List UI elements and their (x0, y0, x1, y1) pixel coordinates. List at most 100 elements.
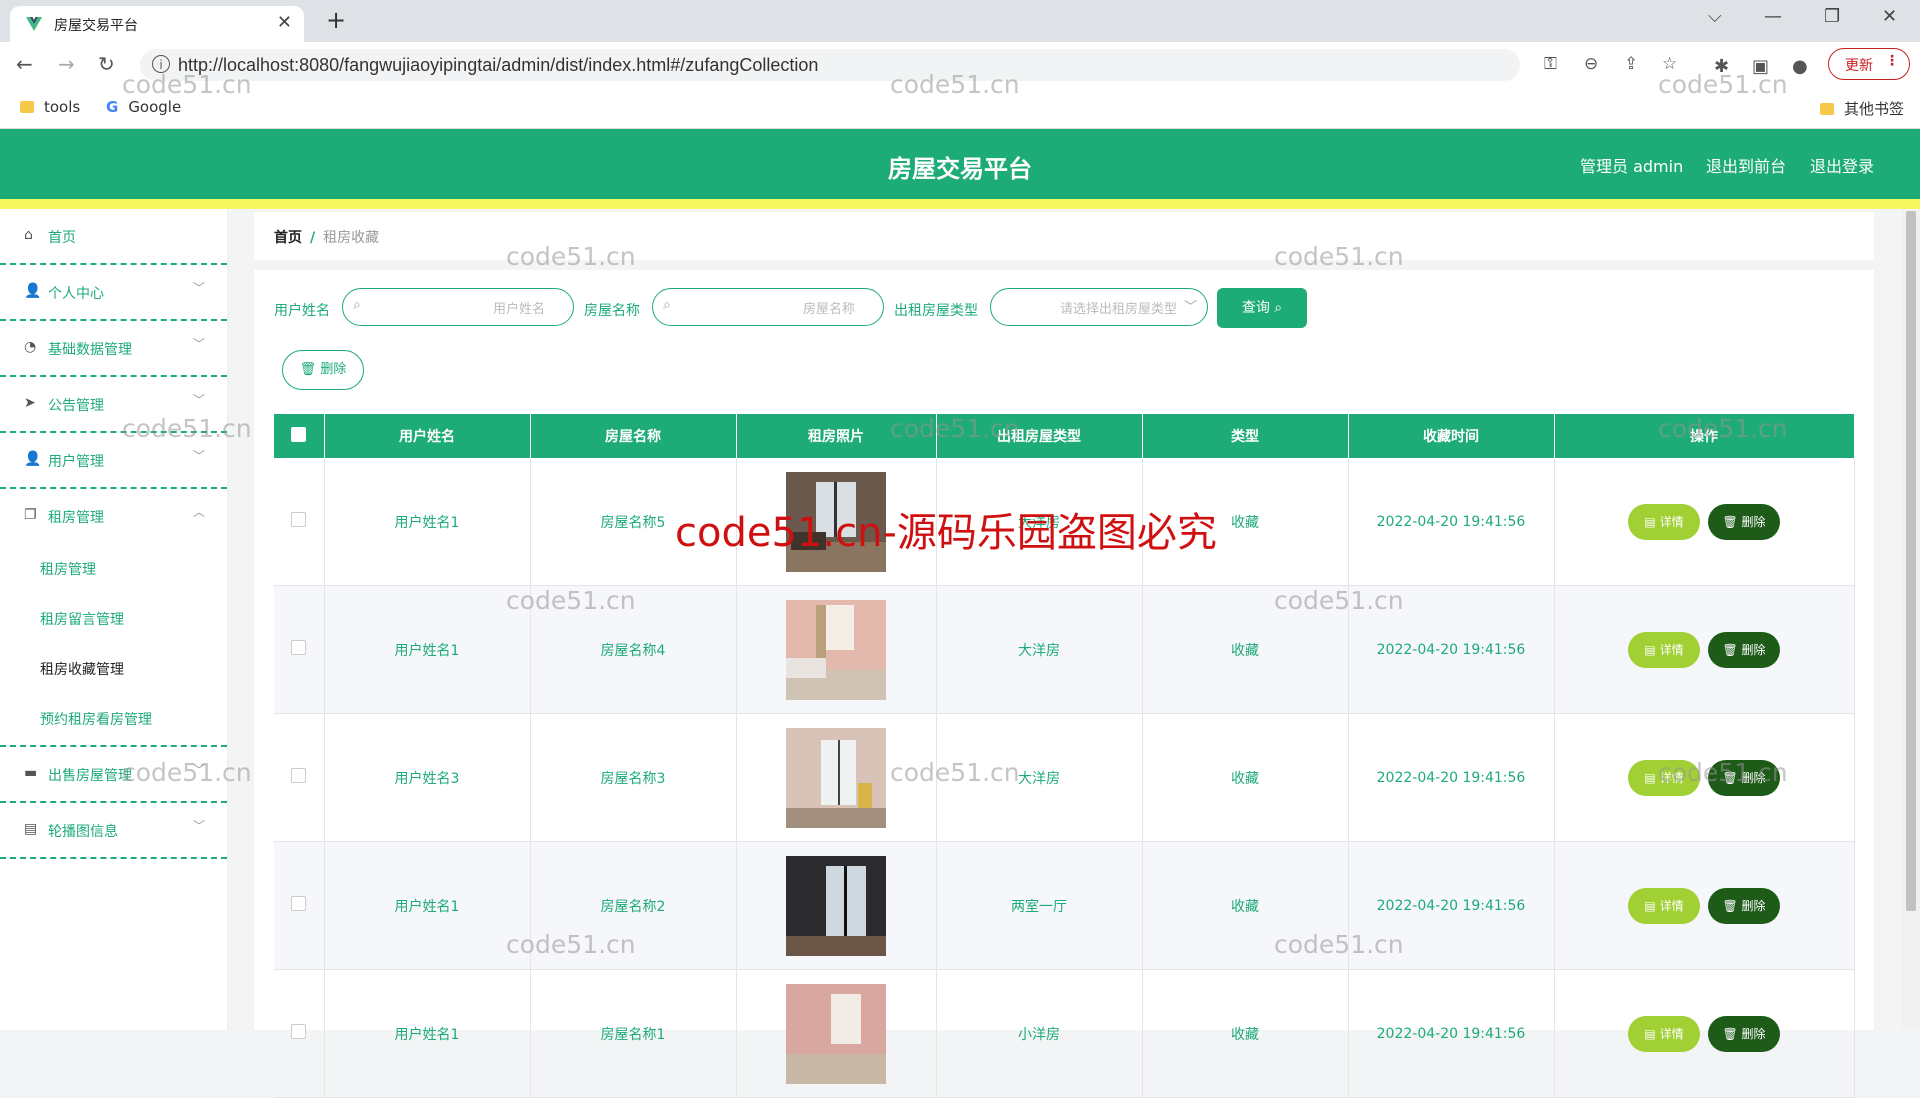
sidebar-item-users[interactable]: 👤 用户管理 ﹀ (0, 433, 227, 489)
update-button[interactable]: 更新 ⋮ (1828, 48, 1910, 80)
extensions-icon[interactable]: ✱ (1714, 56, 1729, 77)
trash-icon: 🗑 (1722, 1026, 1738, 1041)
sidebar-item-notice[interactable]: ➤ 公告管理 ﹀ (0, 377, 227, 433)
cell-house: 房屋名称3 (530, 713, 737, 842)
gauge-icon: ◔ (24, 339, 37, 355)
zoom-icon[interactable]: ⊖ (1584, 54, 1598, 74)
cell-rent-type: 小洋房 (936, 969, 1143, 1098)
cell-rent-type: 两室一厅 (936, 841, 1143, 970)
sidebar-item-rental[interactable]: ❐ 租房管理 ︿ (0, 489, 227, 545)
row-checkbox[interactable] (274, 458, 325, 586)
share-icon[interactable]: ⇪ (1624, 54, 1638, 74)
row-checkbox[interactable] (274, 585, 325, 714)
url-text: http://localhost:8080/fangwujiaoyipingta… (178, 55, 819, 75)
trash-icon: 🗑 (299, 362, 317, 377)
delete-button[interactable]: 🗑 删除 (1708, 887, 1780, 924)
chevron-down-icon: ﹀ (192, 281, 205, 295)
room-photo[interactable] (786, 599, 886, 700)
cell-actions: ▤ 详情 🗑 删除 (1554, 585, 1855, 714)
profile-icon[interactable]: ● (1792, 56, 1808, 77)
detail-button[interactable]: ▤ 详情 (1628, 887, 1700, 924)
row-checkbox[interactable] (274, 969, 325, 1098)
row-checkbox[interactable] (274, 713, 325, 842)
address-bar: ← → ↻ i http://localhost:8080/fangwujiao… (0, 42, 1920, 88)
back-icon[interactable]: ← (16, 52, 33, 76)
room-photo[interactable] (786, 471, 886, 572)
checkbox-box (291, 896, 307, 911)
site-info-icon[interactable]: i (152, 55, 170, 73)
detail-button[interactable]: ▤ 详情 (1628, 503, 1700, 540)
house-name-label: 房屋名称 (584, 303, 640, 319)
sidebar-item-label: 轮播图信息 (48, 824, 118, 840)
restore-icon[interactable]: ❐ (1824, 6, 1840, 27)
side-panel-icon[interactable]: ▣ (1752, 56, 1769, 77)
bookmark-google[interactable]: G Google (106, 98, 181, 116)
delete-button[interactable]: 🗑 删除 (1708, 1015, 1780, 1052)
batch-delete-button[interactable]: 🗑 删除 (282, 350, 364, 390)
chevron-up-icon: ︿ (192, 505, 205, 519)
google-icon: G (106, 98, 119, 116)
window-close-icon[interactable]: ✕ (1882, 6, 1897, 27)
logout-link[interactable]: 退出登录 (1810, 153, 1874, 177)
cell-time: 2022-04-20 19:41:56 (1348, 969, 1555, 1098)
minimize-icon[interactable]: — (1764, 6, 1782, 27)
bookmark-star-icon[interactable]: ☆ (1662, 54, 1677, 74)
sidebar-item-carousel[interactable]: ▤ 轮播图信息 ﹀ (0, 803, 227, 859)
url-field[interactable]: i http://localhost:8080/fangwujiaoyiping… (140, 49, 1677, 81)
page-scrollbar[interactable] (1902, 209, 1920, 1030)
house-name-input[interactable]: ⌕ 房屋名称 (652, 288, 884, 326)
trash-icon: 🗑 (1722, 514, 1738, 529)
back-to-front-link[interactable]: 退出到前台 (1706, 153, 1786, 177)
bookmark-tools[interactable]: tools (20, 98, 80, 116)
sidebar-subitem-rental-collection[interactable]: 租房收藏管理 (0, 645, 227, 695)
sidebar-item-basic-data[interactable]: ◔ 基础数据管理 ﹀ (0, 321, 227, 377)
send-icon: ➤ (24, 395, 36, 411)
monitor-icon: ▬ (24, 765, 38, 781)
cell-user: 用户姓名3 (324, 713, 531, 842)
house-name-placeholder: 房屋名称 (802, 302, 855, 317)
query-button[interactable]: 查询 ⌕ (1217, 288, 1307, 328)
detail-button[interactable]: ▤ 详情 (1628, 631, 1700, 668)
other-bookmarks[interactable]: 其他书签 (1820, 98, 1904, 119)
new-tab-icon[interactable]: + (326, 6, 346, 34)
admin-label: 管理员 admin (1580, 157, 1684, 176)
key-icon[interactable]: ⚿ (1544, 54, 1557, 74)
row-checkbox[interactable] (274, 841, 325, 970)
cell-actions: ▤ 详情 🗑 删除 (1554, 713, 1855, 842)
sidebar-item-sale[interactable]: ▬ 出售房屋管理 ﹀ (0, 747, 227, 803)
delete-button[interactable]: 🗑 删除 (1708, 759, 1780, 796)
cell-type: 收藏 (1142, 458, 1349, 586)
more-menu-icon[interactable]: ⋮ (1885, 53, 1899, 69)
doc-icon: ▤ (24, 821, 38, 837)
bookmark-label: 其他书签 (1844, 100, 1905, 118)
col-actions: 操作 (1554, 414, 1855, 458)
sidebar-item-home[interactable]: ⌂ 首页 (0, 209, 227, 265)
detail-button[interactable]: ▤ 详情 (1628, 759, 1700, 796)
detail-button[interactable]: ▤ 详情 (1628, 1015, 1700, 1052)
sidebar-subitem-rental[interactable]: 租房管理 (0, 545, 227, 595)
tab-search-chevron-icon[interactable]: ⌵ (1708, 6, 1722, 27)
search-icon: ⌕ (1274, 300, 1283, 316)
reload-icon[interactable]: ↻ (98, 52, 115, 76)
browser-tab[interactable]: 房屋交易平台 ✕ (10, 6, 304, 42)
detail-label: 详情 (1659, 770, 1684, 785)
content-card: 用户姓名 ⌕ 用户姓名 房屋名称 ⌕ 房屋名称 出租房屋类型 请选择出租房屋类型… (254, 270, 1874, 1098)
user-name-input[interactable]: ⌕ 用户姓名 (342, 288, 574, 326)
sidebar-subitem-rental-comments[interactable]: 租房留言管理 (0, 595, 227, 645)
room-photo[interactable] (786, 727, 886, 828)
forward-icon[interactable]: → (58, 52, 75, 76)
trash-icon: 🗑 (1722, 898, 1738, 913)
sidebar-item-personal[interactable]: 👤 个人中心 ﹀ (0, 265, 227, 321)
rent-type-select[interactable]: 请选择出租房屋类型 ﹀ (990, 288, 1208, 326)
breadcrumb-home[interactable]: 首页 (274, 230, 302, 246)
room-photo[interactable] (786, 983, 886, 1084)
table-row: 用户姓名1 房屋名称2 两室一厅 收藏 2022-04-20 19:41:56 … (274, 841, 1855, 970)
scrollbar-thumb[interactable] (1906, 211, 1916, 911)
sidebar-subitem-viewing-appointments[interactable]: 预约租房看房管理 (0, 695, 227, 745)
room-photo[interactable] (786, 855, 886, 956)
delete-button[interactable]: 🗑 删除 (1708, 631, 1780, 668)
select-all-checkbox[interactable] (274, 414, 325, 458)
close-tab-icon[interactable]: ✕ (277, 12, 292, 33)
delete-button[interactable]: 🗑 删除 (1708, 503, 1780, 540)
table-row: 用户姓名1 房屋名称5 大洋房 收藏 2022-04-20 19:41:56 ▤… (274, 458, 1855, 586)
